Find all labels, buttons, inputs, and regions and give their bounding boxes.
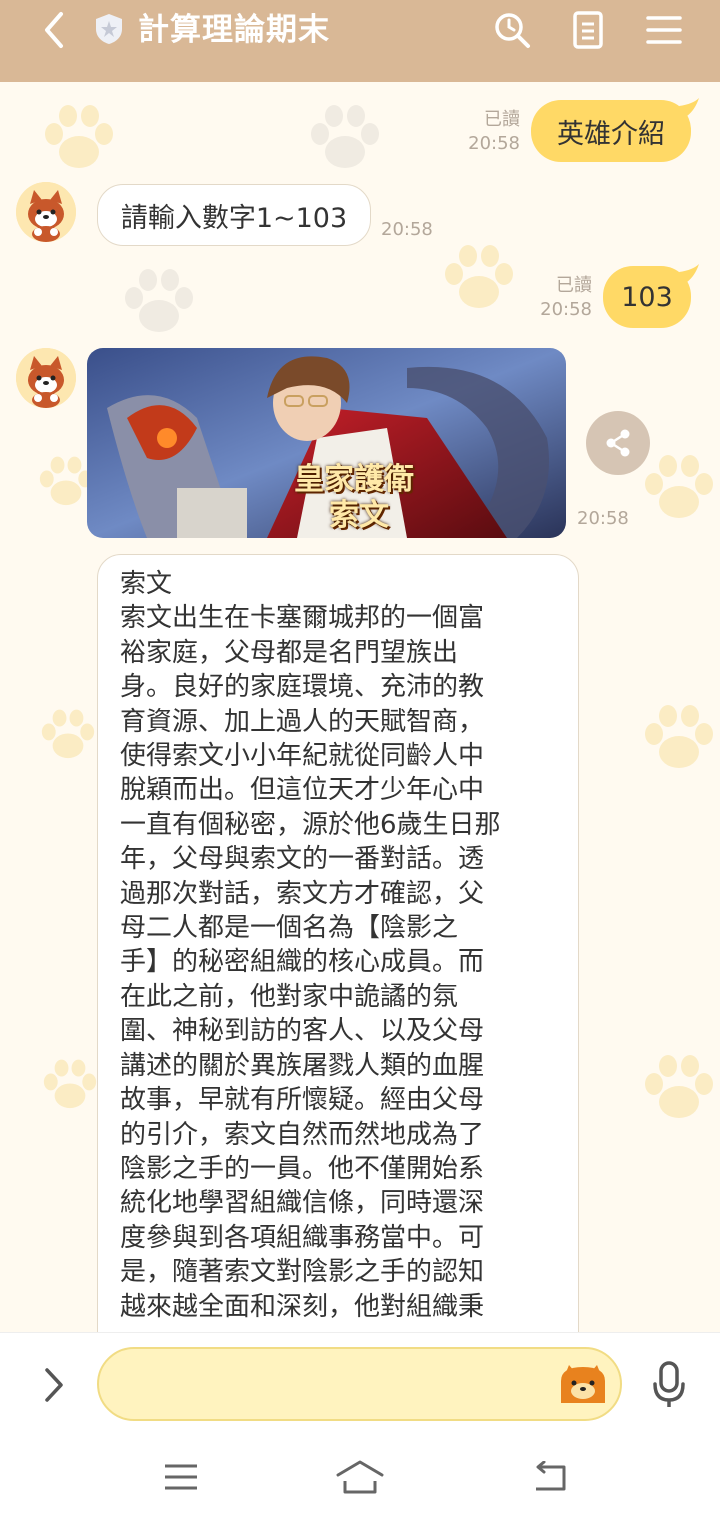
message-meta: 已讀 20:58	[440, 108, 520, 156]
hero-image-card[interactable]: 皇家護衛 索文	[87, 348, 566, 538]
message-time: 20:58	[381, 219, 433, 240]
message-text: 103	[621, 281, 673, 313]
my-message-bubble[interactable]: 103	[603, 264, 699, 328]
nav-back-icon[interactable]	[526, 1457, 572, 1497]
bottom-bar	[0, 1332, 720, 1517]
chat-header: 計算理論期末	[0, 0, 720, 82]
message-text: 英雄介紹	[557, 118, 665, 150]
message-time: 20:58	[540, 299, 592, 320]
bot-avatar[interactable]	[16, 348, 76, 408]
message-text: 請輸入數字1~103	[120, 202, 348, 234]
share-icon[interactable]	[586, 411, 650, 475]
chevron-left-icon[interactable]	[34, 10, 74, 50]
bot-message-bubble[interactable]: 請輸入數字1~103	[97, 184, 371, 246]
message-meta: 已讀 20:58	[512, 274, 592, 322]
nav-menu-icon[interactable]	[158, 1457, 204, 1497]
paw-print-icon	[645, 1055, 713, 1118]
bot-avatar[interactable]	[16, 182, 76, 242]
menu-icon[interactable]	[642, 8, 686, 52]
read-label: 已讀	[484, 109, 520, 130]
hero-artwork	[87, 348, 566, 538]
paw-print-icon	[645, 705, 713, 768]
nav-home-icon[interactable]	[334, 1455, 386, 1499]
chat-area[interactable]: 已讀 20:58 英雄介紹 請輸入數字1~103 20:58 已讀 20:58 …	[0, 82, 720, 1332]
message-time: 20:58	[468, 133, 520, 154]
chevron-right-icon[interactable]	[36, 1363, 72, 1407]
paw-print-icon	[645, 455, 713, 518]
paw-print-icon	[311, 105, 379, 168]
read-label: 已讀	[556, 275, 592, 296]
my-message-bubble[interactable]: 英雄介紹	[531, 98, 699, 162]
card-title-line2: 索文	[329, 498, 389, 533]
message-input[interactable]	[97, 1347, 622, 1421]
paw-print-icon	[43, 1059, 97, 1109]
shield-star-icon	[92, 10, 126, 48]
bread-sticker-icon[interactable]	[557, 1361, 609, 1409]
bot-long-message[interactable]: 索文 索文出生在卡塞爾城邦的一個富 裕家庭，父母都是名門望族出 身。良好的家庭環…	[97, 554, 579, 1332]
message-time: 20:58	[577, 508, 629, 529]
message-text: 索文 索文出生在卡塞爾城邦的一個富 裕家庭，父母都是名門望族出 身。良好的家庭環…	[120, 569, 501, 1322]
paw-print-icon	[445, 245, 513, 308]
paw-print-icon	[45, 105, 113, 168]
chat-title: 計算理論期末	[138, 12, 330, 48]
bubble-tail	[679, 98, 699, 116]
microphone-icon[interactable]	[646, 1357, 692, 1413]
bubble-tail	[679, 264, 699, 282]
paw-print-icon	[41, 709, 95, 759]
document-icon[interactable]	[566, 8, 610, 52]
search-icon[interactable]	[490, 8, 534, 52]
paw-print-icon	[125, 269, 193, 332]
